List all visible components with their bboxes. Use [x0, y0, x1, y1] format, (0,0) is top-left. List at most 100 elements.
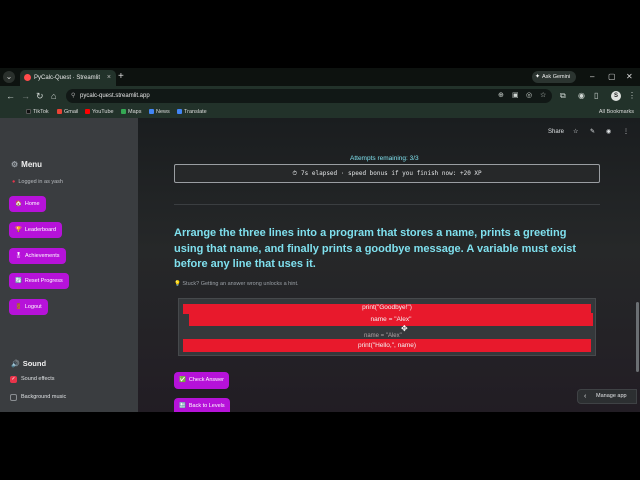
bookmark-translate[interactable]: Translate: [177, 106, 207, 118]
hint-text: 💡 Stuck? Getting an answer wrong unlocks…: [174, 281, 299, 287]
question-text: Arrange the three lines into a program t…: [174, 227, 577, 270]
home-button[interactable]: 🏠 Home: [9, 196, 46, 212]
home-icon[interactable]: ⌂: [51, 89, 56, 103]
maps-icon: [121, 109, 126, 114]
star-icon[interactable]: ☆: [573, 127, 578, 137]
forward-icon[interactable]: →: [21, 89, 30, 103]
background-music-label: Background music: [21, 394, 67, 400]
door-icon: 🚪: [15, 304, 22, 310]
bookmark-tiktok[interactable]: TikTok: [26, 106, 49, 118]
leaderboard-button[interactable]: 🏆 Leaderboard: [9, 222, 63, 238]
timer-text: 7s elapsed · speed bonus if you finish n…: [301, 170, 482, 177]
sound-effects-checkbox[interactable]: ✓: [10, 376, 17, 383]
browser-menu-icon[interactable]: ⋮: [628, 89, 636, 103]
tab-pycalc-quest[interactable]: PyCalc-Quest · Streamlit ×: [20, 70, 116, 86]
tiktok-icon: [26, 109, 31, 114]
sound-title: 🔊 Sound: [11, 359, 46, 370]
back-icon[interactable]: ←: [6, 89, 15, 103]
news-icon: [149, 109, 154, 114]
screenshot-icon[interactable]: ▣: [512, 89, 519, 103]
attempts-remaining: Attempts remaining: 3/3: [350, 155, 419, 162]
check-answer-label: Check Answer: [188, 377, 225, 383]
edit-icon[interactable]: ✎: [590, 127, 595, 137]
drag-ghost-text: name = "Alex": [364, 333, 402, 339]
scrollbar[interactable]: [636, 302, 639, 372]
achievements-button[interactable]: 🎖 Achievements: [9, 248, 66, 264]
close-window-icon[interactable]: ✕: [626, 70, 633, 84]
sidepanel-icon[interactable]: ▯: [594, 89, 598, 103]
divider: [174, 204, 600, 205]
bookmark-maps[interactable]: Maps: [121, 106, 141, 118]
streamlit-app: ⚙ Menu ● Logged in as yash 🏠 Home 🏆 Leaderbo…: [0, 118, 640, 412]
gmail-icon: [57, 109, 62, 114]
back-icon: 🔙: [179, 403, 186, 409]
sidebar: ⚙ Menu ● Logged in as yash 🏠 Home 🏆 Leaderbo…: [0, 118, 138, 412]
bookmark-label: Maps: [128, 109, 142, 115]
youtube-icon: [85, 109, 90, 114]
bookmark-label: Gmail: [64, 109, 79, 115]
achievements-label: Achievements: [24, 253, 60, 259]
manage-app-button[interactable]: ‹ Manage app: [577, 389, 637, 404]
reset-icon: 🔄: [15, 278, 22, 284]
reset-progress-button[interactable]: 🔄 Reset Progress: [9, 273, 69, 289]
bookmark-news[interactable]: News: [149, 106, 170, 118]
logged-in-text: ● Logged in as yash: [12, 178, 63, 186]
bookmark-label: TikTok: [33, 109, 49, 115]
bookmark-youtube[interactable]: YouTube: [85, 106, 114, 118]
tab-bar: ⌄ PyCalc-Quest · Streamlit × + Ask Gemin…: [0, 68, 640, 86]
menu-title: ⚙ Menu: [11, 160, 42, 170]
medal-icon: 🎖: [15, 253, 22, 259]
tab-title: PyCalc-Quest · Streamlit: [34, 75, 101, 81]
gear-icon: ⚙: [11, 160, 19, 169]
extensions-icon[interactable]: ⧉: [560, 89, 566, 103]
profile-avatar[interactable]: S: [611, 91, 621, 101]
user-dot-icon: ●: [12, 179, 16, 185]
sound-effects-label: Sound effects: [21, 376, 55, 382]
reset-progress-label: Reset Progress: [24, 278, 63, 284]
background-music-checkbox[interactable]: [10, 394, 17, 401]
move-cursor-icon: ✥: [401, 324, 408, 333]
timer-banner: ⏱ 7s elapsed · speed bonus if you finish …: [174, 164, 600, 183]
trophy-icon: 🏆: [15, 227, 22, 233]
tab-search-icon[interactable]: ⌄: [3, 71, 15, 83]
maximize-icon[interactable]: ▢: [608, 70, 616, 84]
app-menu-icon[interactable]: ⋮: [623, 127, 629, 137]
bookmark-gmail[interactable]: Gmail: [57, 106, 78, 118]
address-bar[interactable]: ⚲ pycalc-quest.streamlit.app ⊕ ▣ ◎ ☆: [66, 89, 552, 103]
code-line-2-dragging[interactable]: name = "Alex": [189, 313, 593, 326]
manage-app-label: Manage app: [596, 393, 627, 399]
bookmark-star-icon[interactable]: ☆: [540, 89, 546, 103]
back-to-levels-button[interactable]: 🔙 Back to Levels: [174, 398, 230, 412]
home-label: Home: [24, 201, 40, 207]
sortable-code-list: print("Goodbye!") name = "Alex" print("H…: [178, 298, 596, 356]
github-icon[interactable]: ◉: [606, 127, 611, 137]
ask-gemini-button[interactable]: Ask Gemini: [532, 71, 576, 83]
translate-icon: [177, 109, 182, 114]
check-answer-button[interactable]: ✅ Check Answer: [174, 372, 230, 389]
logout-label: Logout: [24, 304, 42, 310]
home-icon: 🏠: [15, 201, 22, 207]
bookmark-label: News: [156, 109, 170, 115]
reload-icon[interactable]: ↻: [36, 89, 44, 103]
tab-close-icon[interactable]: ×: [107, 70, 111, 86]
chevron-left-icon: ‹: [584, 393, 587, 400]
code-line-3[interactable]: print("Hello,", name): [183, 339, 591, 352]
check-icon: ✅: [179, 377, 186, 383]
speaker-icon: 🔊: [11, 361, 20, 368]
all-bookmarks[interactable]: All Bookmarks: [599, 106, 634, 118]
streamlit-favicon-icon: [24, 74, 31, 81]
bookmark-label: Translate: [184, 109, 207, 115]
bookmarks-bar: TikTok Gmail YouTube Maps News Translate…: [0, 106, 640, 118]
logout-button[interactable]: 🚪 Logout: [9, 299, 48, 315]
github-icon[interactable]: ◉: [578, 89, 585, 103]
url-text: pycalc-quest.streamlit.app: [80, 93, 150, 99]
site-info-icon[interactable]: ⚲: [71, 89, 75, 103]
new-tab-icon[interactable]: +: [118, 70, 124, 84]
lens-icon[interactable]: ◎: [526, 89, 532, 103]
logged-in-label: Logged in as yash: [18, 179, 63, 185]
navigation-bar: ← → ↻ ⌂ ⚲ pycalc-quest.streamlit.app ⊕ ▣…: [0, 86, 640, 106]
zoom-icon[interactable]: ⊕: [498, 89, 504, 103]
share-button[interactable]: Share: [548, 127, 564, 137]
leaderboard-label: Leaderboard: [24, 227, 57, 233]
minimize-icon[interactable]: –: [590, 70, 594, 84]
